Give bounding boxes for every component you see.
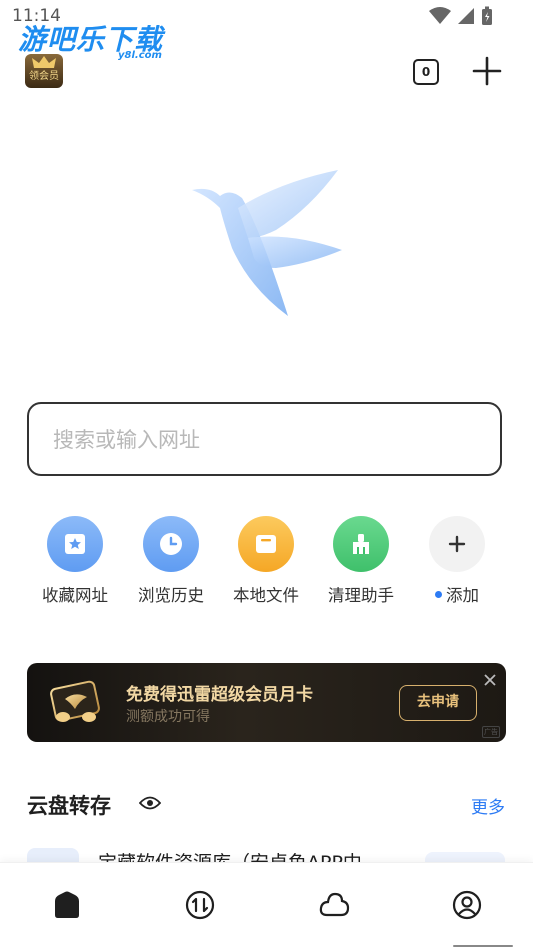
transfer-icon: [185, 890, 215, 920]
shortcut-history[interactable]: 浏览历史: [123, 516, 219, 606]
search-input[interactable]: [51, 404, 475, 476]
profile-icon: [452, 890, 482, 920]
bottom-nav: [0, 862, 533, 949]
close-icon: [484, 674, 496, 686]
shortcut-grid: 收藏网址 浏览历史 本地文件 清理助手 添加: [27, 516, 507, 616]
shortcut-label-with-dot: 添加: [409, 582, 505, 606]
eye-icon[interactable]: [138, 795, 162, 811]
vip-promo-banner[interactable]: 免费得迅雷超级会员月卡 测额成功可得 去申请 广告: [27, 663, 506, 742]
nav-profile[interactable]: [451, 889, 483, 921]
nav-home[interactable]: [51, 889, 83, 921]
shortcut-label: 添加: [446, 586, 479, 605]
shortcut-bookmarks[interactable]: 收藏网址: [27, 516, 123, 606]
broom-icon: [333, 516, 389, 572]
nav-transfer[interactable]: [184, 889, 216, 921]
shortcut-cleaner[interactable]: 清理助手: [313, 516, 409, 606]
watermark-logo: 游吧乐下载 y8l.com: [18, 18, 163, 61]
cloud-section-title: 云盘转存: [27, 794, 111, 818]
cloud-item-thumbnail: [27, 848, 79, 862]
vip-badge[interactable]: 领会员: [25, 54, 63, 88]
cloud-item-action[interactable]: [425, 852, 505, 862]
shortcut-label: 收藏网址: [42, 586, 108, 605]
battery-icon: [482, 6, 492, 25]
banner-title: 免费得迅雷超级会员月卡: [126, 685, 313, 705]
search-box[interactable]: [27, 402, 502, 476]
banner-close-button[interactable]: [484, 671, 496, 686]
crown-icon: [25, 54, 63, 70]
new-dot-indicator: [435, 591, 442, 598]
shortcut-label: 清理助手: [328, 586, 394, 605]
banner-apply-button[interactable]: 去申请: [399, 685, 477, 721]
home-icon: [55, 891, 79, 918]
banner-subtitle: 测额成功可得: [126, 709, 210, 725]
shortcut-label: 浏览历史: [138, 586, 204, 605]
system-icons: [429, 6, 493, 26]
home-indicator: [453, 945, 513, 947]
thunder-bird-logo: [190, 168, 345, 318]
cloud-icon: [319, 892, 350, 917]
ad-mark: 广告: [482, 726, 500, 738]
tab-count-button[interactable]: 0: [413, 59, 439, 85]
cloud-item-title[interactable]: 宝藏软件资源库（安卓鱼APP中: [98, 849, 398, 863]
folder-icon: [238, 516, 294, 572]
cloud-more-link[interactable]: 更多: [471, 793, 505, 818]
new-tab-button[interactable]: [471, 55, 503, 87]
shortcut-local-files[interactable]: 本地文件: [218, 516, 314, 606]
banner-pager: [255, 733, 279, 742]
watermark-subtext: y8l.com: [118, 50, 162, 61]
signal-icon: [458, 8, 474, 24]
wifi-icon: [429, 7, 451, 24]
shortcut-label: 本地文件: [233, 586, 299, 605]
vip-badge-label: 领会员: [29, 71, 59, 82]
bookmark-star-icon: [47, 516, 103, 572]
plus-icon: [429, 516, 485, 572]
vip-card-icon: [45, 677, 107, 729]
plus-icon: [472, 56, 502, 86]
clock-icon: [143, 516, 199, 572]
shortcut-add[interactable]: 添加: [409, 516, 505, 606]
nav-cloud[interactable]: [318, 889, 350, 921]
